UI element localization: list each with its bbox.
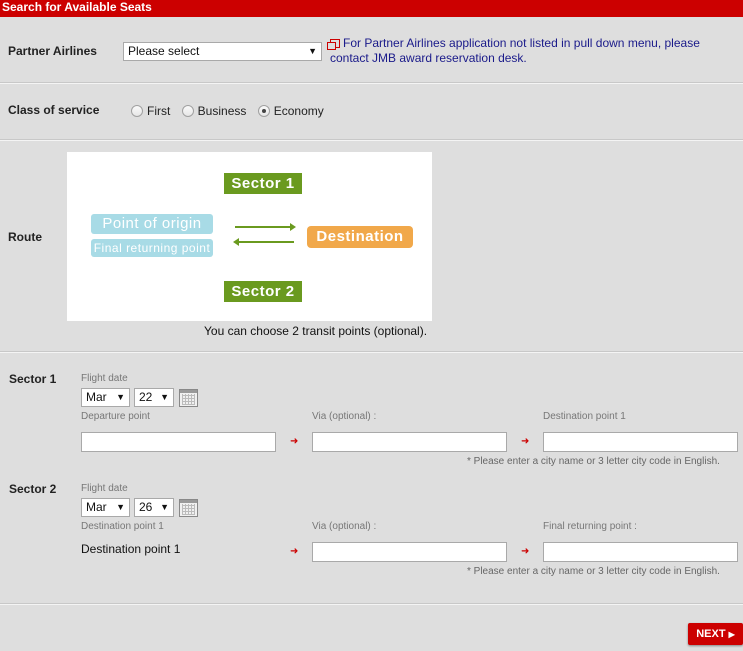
sector-2-final-input[interactable] (543, 542, 738, 562)
sector-1-label: Sector 1 (9, 372, 57, 386)
sector-1-destination-label: Destination point 1 (543, 411, 626, 422)
sector-1-destination-input[interactable] (543, 432, 738, 452)
radio-first-label: First (147, 104, 171, 118)
route-diagram: Sector 1 Point of origin Final returning… (67, 152, 432, 321)
sector-1-flight-date-label: Flight date (81, 373, 128, 384)
arrow-right-icon: ➜ (290, 436, 299, 447)
radio-business-label: Business (197, 104, 247, 118)
sector-2-hint: * Please enter a city name or 3 letter c… (467, 566, 720, 577)
route-arrows-icon (233, 223, 296, 246)
sector-1-departure-input[interactable] (81, 432, 276, 452)
sector-1-month-value: Mar (86, 390, 107, 404)
next-button-label: NEXT (696, 628, 726, 640)
sector-2-day-select[interactable]: 26 ▼ (134, 498, 174, 517)
class-of-service-label: Class of service (8, 103, 100, 117)
partner-airlines-notice: For Partner Airlines application not lis… (327, 36, 730, 66)
partner-airlines-select-value: Please select (128, 44, 200, 58)
radio-first[interactable] (131, 105, 143, 117)
external-window-icon (327, 39, 340, 50)
destination-tag: Destination (307, 226, 413, 248)
route-label: Route (8, 230, 42, 244)
divider (0, 603, 743, 605)
arrow-right-icon: ➜ (521, 546, 530, 557)
sector-2-origin-value: Destination point 1 (81, 542, 181, 556)
sector-2-tag: Sector 2 (224, 281, 302, 302)
arrow-right-icon: ➜ (521, 436, 530, 447)
divider (0, 82, 743, 84)
transit-note: You can choose 2 transit points (optiona… (204, 324, 428, 338)
chevron-down-icon: ▼ (160, 392, 169, 402)
radio-economy-label: Economy (273, 104, 324, 118)
final-returning-tag: Final returning point (91, 239, 213, 257)
chevron-down-icon: ▼ (116, 392, 125, 402)
divider (0, 351, 743, 353)
sector-1-tag: Sector 1 (224, 173, 302, 194)
partner-airlines-select[interactable]: Please select ▼ (123, 42, 322, 61)
sector-1-hint: * Please enter a city name or 3 letter c… (467, 456, 720, 467)
arrow-right-icon: ➜ (290, 546, 299, 557)
sector-1-departure-label: Departure point (81, 411, 150, 422)
sector-2-day-value: 26 (139, 500, 153, 514)
sector-1-day-select[interactable]: 22 ▼ (134, 388, 174, 407)
sector-2-via-input[interactable] (312, 542, 507, 562)
sector-2-month-value: Mar (86, 500, 107, 514)
partner-airlines-label: Partner Airlines (8, 44, 97, 58)
sector-2-flight-date-label: Flight date (81, 483, 128, 494)
sector-2-final-label: Final returning point : (543, 521, 637, 532)
origin-tag: Point of origin (91, 214, 213, 234)
radio-economy[interactable] (257, 105, 270, 117)
class-of-service-options: First Business Economy (131, 104, 332, 118)
page-title: Search for Available Seats (0, 0, 743, 17)
radio-business[interactable] (181, 105, 194, 117)
next-button[interactable]: NEXT ▶ (688, 623, 743, 645)
sector-2-month-select[interactable]: Mar ▼ (81, 498, 130, 517)
sector-2-via-label: Via (optional) : (312, 521, 377, 532)
sector-2-label: Sector 2 (9, 482, 57, 496)
sector-1-calendar-icon[interactable] (179, 389, 198, 407)
partner-airlines-notice-text: For Partner Airlines application not lis… (330, 36, 700, 65)
chevron-down-icon: ▼ (160, 502, 169, 512)
sector-2-origin-label: Destination point 1 (81, 521, 164, 532)
chevron-down-icon: ▼ (308, 46, 317, 56)
sector-1-via-label: Via (optional) : (312, 411, 377, 422)
sector-1-month-select[interactable]: Mar ▼ (81, 388, 130, 407)
play-arrow-icon: ▶ (728, 630, 735, 639)
chevron-down-icon: ▼ (116, 502, 125, 512)
divider (0, 139, 743, 141)
sector-2-calendar-icon[interactable] (179, 499, 198, 517)
sector-1-day-value: 22 (139, 390, 153, 404)
sector-1-via-input[interactable] (312, 432, 507, 452)
